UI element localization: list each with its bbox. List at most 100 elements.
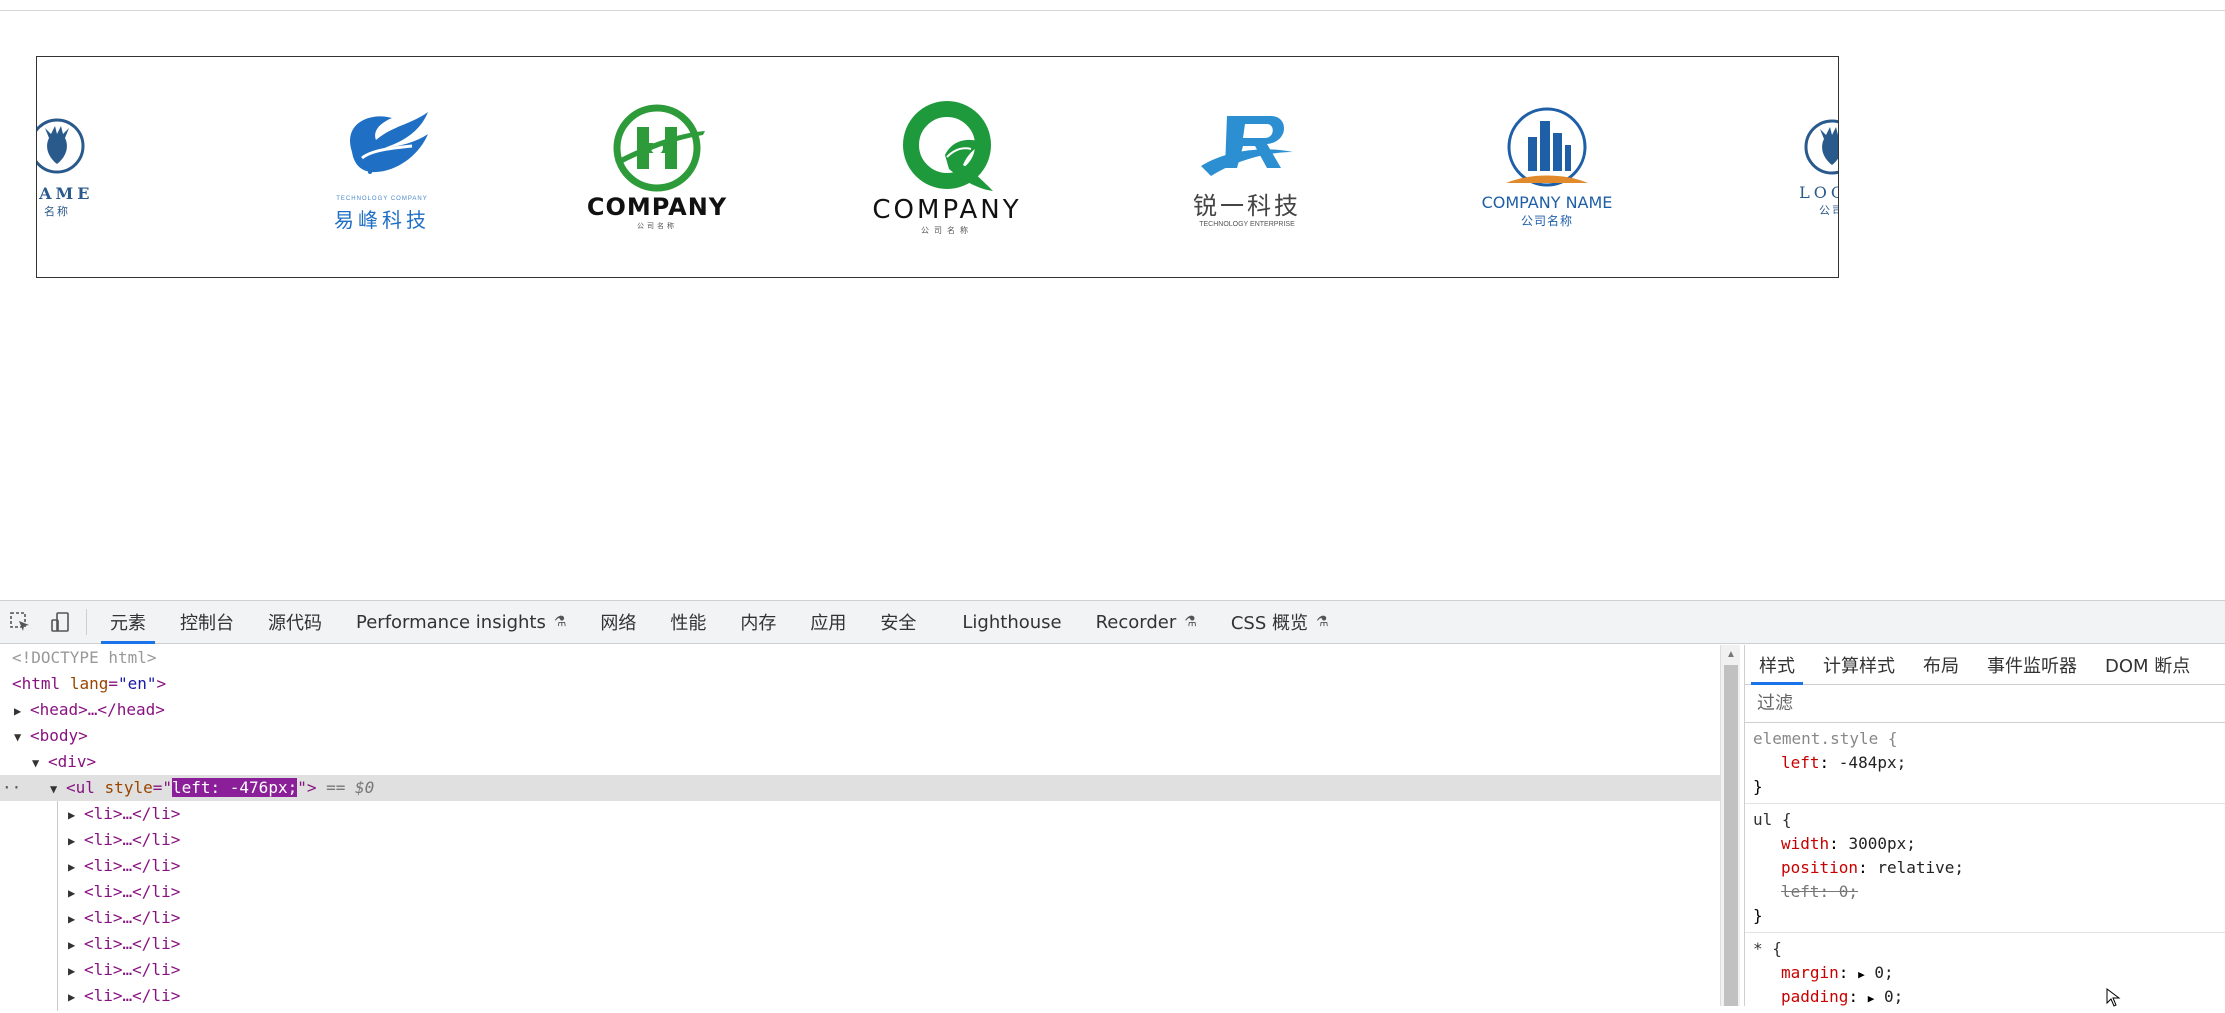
rule-selector[interactable]: * { — [1753, 937, 2225, 961]
tab-elements[interactable]: 元素 — [93, 601, 163, 644]
div-tag: <div> — [48, 752, 97, 771]
tab-memory[interactable]: 内存 — [723, 601, 793, 644]
dom-node-ul-selected[interactable]: ·· ▼ <ul style="left: -476px;"> == $0 — [0, 775, 1720, 801]
expand-triangle-icon[interactable]: ▶ — [68, 958, 84, 984]
rule-declaration[interactable]: left: -484px; — [1753, 751, 2225, 775]
prop-name[interactable]: margin — [1753, 963, 1839, 982]
tab-performance-insights[interactable]: Performance insights ⚗ — [339, 601, 583, 644]
tab-computed[interactable]: 计算样式 — [1809, 645, 1909, 685]
h-emblem-icon — [613, 104, 705, 192]
scroll-up-icon[interactable]: ▲ — [1726, 649, 1736, 660]
head-tag: <head>…</head> — [30, 700, 165, 719]
prop-value[interactable]: -484px; — [1839, 753, 1906, 772]
dom-node-li[interactable]: ▶ <li>…</li> — [0, 801, 1720, 827]
ruiyi-sub: TECHNOLOGY ENTERPRISE — [1199, 221, 1295, 228]
expand-triangle-icon[interactable]: ▶ — [68, 906, 84, 932]
dom-node-li[interactable]: ▶ <li>…</li> — [0, 983, 1720, 1009]
logo-item[interactable]: TECHNOLOGY COMPANY 易峰科技 — [292, 57, 472, 277]
expand-triangle-icon[interactable]: ▶ — [68, 984, 84, 1010]
expand-triangle-icon[interactable]: ▶ — [68, 802, 84, 828]
expand-triangle-icon[interactable]: ▶ — [68, 854, 84, 880]
dom-node-li[interactable]: ▶ <li>…</li> — [0, 827, 1720, 853]
prop-value[interactable]: 0; — [1884, 987, 1903, 1006]
dom-node-li[interactable]: ▶ <li>…</li> — [0, 957, 1720, 983]
toolbar-separator — [86, 609, 87, 635]
prop-name[interactable]: padding — [1753, 987, 1848, 1006]
expand-triangle-icon[interactable]: ▶ — [68, 828, 84, 854]
logo-item[interactable]: COMPANY 公司名称 — [582, 57, 732, 277]
tab-performance[interactable]: 性能 — [653, 601, 723, 644]
experiment-flask-icon: ⚗ — [1316, 614, 1329, 630]
style-attr-value[interactable]: left: -476px; — [171, 778, 298, 797]
rule-close: } — [1753, 906, 1763, 925]
logo-item[interactable]: COMPANY 公司名称 — [867, 57, 1027, 277]
q-company-cn: 公司名称 — [921, 225, 973, 235]
prop-value[interactable]: relative; — [1877, 858, 1964, 877]
more-options-icon[interactable]: ·· — [2, 775, 21, 801]
dom-node-doctype[interactable]: <!DOCTYPE html> — [0, 645, 1720, 671]
rule-selector[interactable]: element.style { — [1753, 727, 2225, 751]
tab-application[interactable]: 应用 — [793, 601, 863, 644]
tab-event-listeners[interactable]: 事件监听器 — [1973, 645, 2091, 685]
html-tag: <html — [12, 674, 61, 693]
rule-declaration[interactable]: padding: ▶ 0; — [1753, 985, 2225, 1009]
expand-triangle-icon[interactable]: ▶ — [14, 698, 30, 724]
building-company-cn: 公司名称 — [1520, 214, 1573, 228]
rule-declaration[interactable]: margin: ▶ 0; — [1753, 961, 2225, 985]
prop-name[interactable]: width — [1753, 834, 1829, 853]
expand-triangle-icon[interactable]: ▶ — [68, 880, 84, 906]
tab-console[interactable]: 控制台 — [163, 601, 251, 644]
logo-item[interactable]: LOGO 公司 — [1772, 57, 1838, 277]
dom-node-li[interactable]: ▶ <li>…</li> — [0, 931, 1720, 957]
tab-styles[interactable]: 样式 — [1745, 645, 1809, 685]
li-tag: <li>…</li> — [84, 908, 181, 927]
tab-layout[interactable]: 布局 — [1909, 645, 1973, 685]
dom-node-head[interactable]: ▶ <head>…</head> — [0, 697, 1720, 723]
collapse-triangle-icon[interactable]: ▼ — [14, 724, 30, 750]
tab-network[interactable]: 网络 — [583, 601, 653, 644]
expand-triangle-icon[interactable]: ▶ — [1868, 992, 1875, 1005]
device-toolbar-icon[interactable] — [40, 601, 80, 644]
prop-value[interactable]: 0; — [1874, 963, 1893, 982]
dom-node-li[interactable]: ▶ <li>…</li> — [0, 853, 1720, 879]
building-company-name: COMPANY NAME — [1481, 193, 1613, 212]
deer-logo-cn: 公司 — [1819, 203, 1838, 217]
logo-item[interactable]: 锐一科技 TECHNOLOGY ENTERPRISE — [1167, 57, 1327, 277]
q-leaf-icon — [903, 100, 993, 191]
li-tag: <li>…</li> — [84, 986, 181, 1005]
scrollbar-thumb[interactable] — [1724, 665, 1738, 1006]
li-tag: <li>…</li> — [84, 882, 181, 901]
inspect-element-icon[interactable] — [0, 601, 40, 644]
expand-triangle-icon[interactable]: ▶ — [68, 932, 84, 958]
logo-item[interactable]: COMPANY NAME 公司名称 — [1477, 57, 1617, 277]
tab-security[interactable]: 安全 — [863, 601, 933, 644]
tab-lighthouse[interactable]: Lighthouse — [945, 601, 1078, 644]
expand-triangle-icon[interactable]: ▶ — [1858, 968, 1865, 981]
collapse-triangle-icon[interactable]: ▼ — [50, 776, 66, 802]
dom-node-html[interactable]: <html lang="en"> — [0, 671, 1720, 697]
dom-node-body[interactable]: ▼ <body> — [0, 723, 1720, 749]
logo-item[interactable]: NAME 名称 — [37, 57, 117, 277]
styles-filter-input[interactable]: 过滤 — [1745, 685, 2225, 723]
rule-selector[interactable]: ul { — [1753, 808, 2225, 832]
experiment-flask-icon: ⚗ — [553, 614, 567, 630]
prop-name[interactable]: position — [1753, 858, 1858, 877]
h-company-name: COMPANY — [586, 193, 728, 221]
dom-node-div[interactable]: ▼ <div> — [0, 749, 1720, 775]
rule-declaration[interactable]: position: relative; — [1753, 856, 2225, 880]
deer-icon — [1804, 119, 1838, 174]
tab-css-overview[interactable]: CSS 概览 ⚗ — [1214, 601, 1346, 644]
dom-scrollbar[interactable]: ▲ — [1720, 645, 1740, 1006]
rule-declaration[interactable]: width: 3000px; — [1753, 832, 2225, 856]
rule-declaration-overridden[interactable]: left: 0; — [1753, 880, 2225, 904]
overridden-declaration[interactable]: left: 0; — [1753, 882, 1858, 901]
prop-value[interactable]: 3000px; — [1848, 834, 1915, 853]
tab-recorder[interactable]: Recorder ⚗ — [1079, 601, 1214, 644]
tab-dom-breakpoints[interactable]: DOM 断点 — [2091, 645, 2204, 685]
h-company-cn: 公司名称 — [637, 223, 677, 230]
collapse-triangle-icon[interactable]: ▼ — [32, 750, 48, 776]
dom-node-li[interactable]: ▶ <li>…</li> — [0, 905, 1720, 931]
dom-node-li[interactable]: ▶ <li>…</li> — [0, 879, 1720, 905]
prop-name[interactable]: left — [1753, 753, 1820, 772]
tab-sources[interactable]: 源代码 — [251, 601, 339, 644]
